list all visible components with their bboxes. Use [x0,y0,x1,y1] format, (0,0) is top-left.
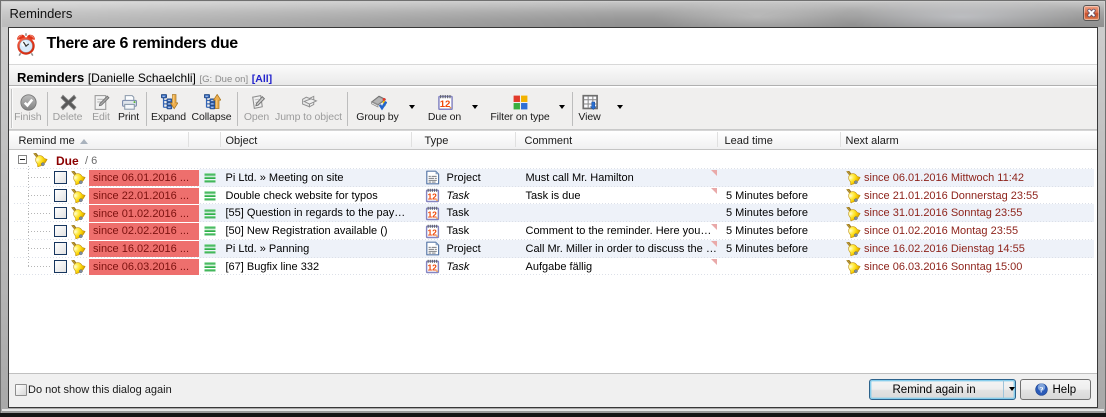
svg-text:?: ? [1039,385,1043,394]
